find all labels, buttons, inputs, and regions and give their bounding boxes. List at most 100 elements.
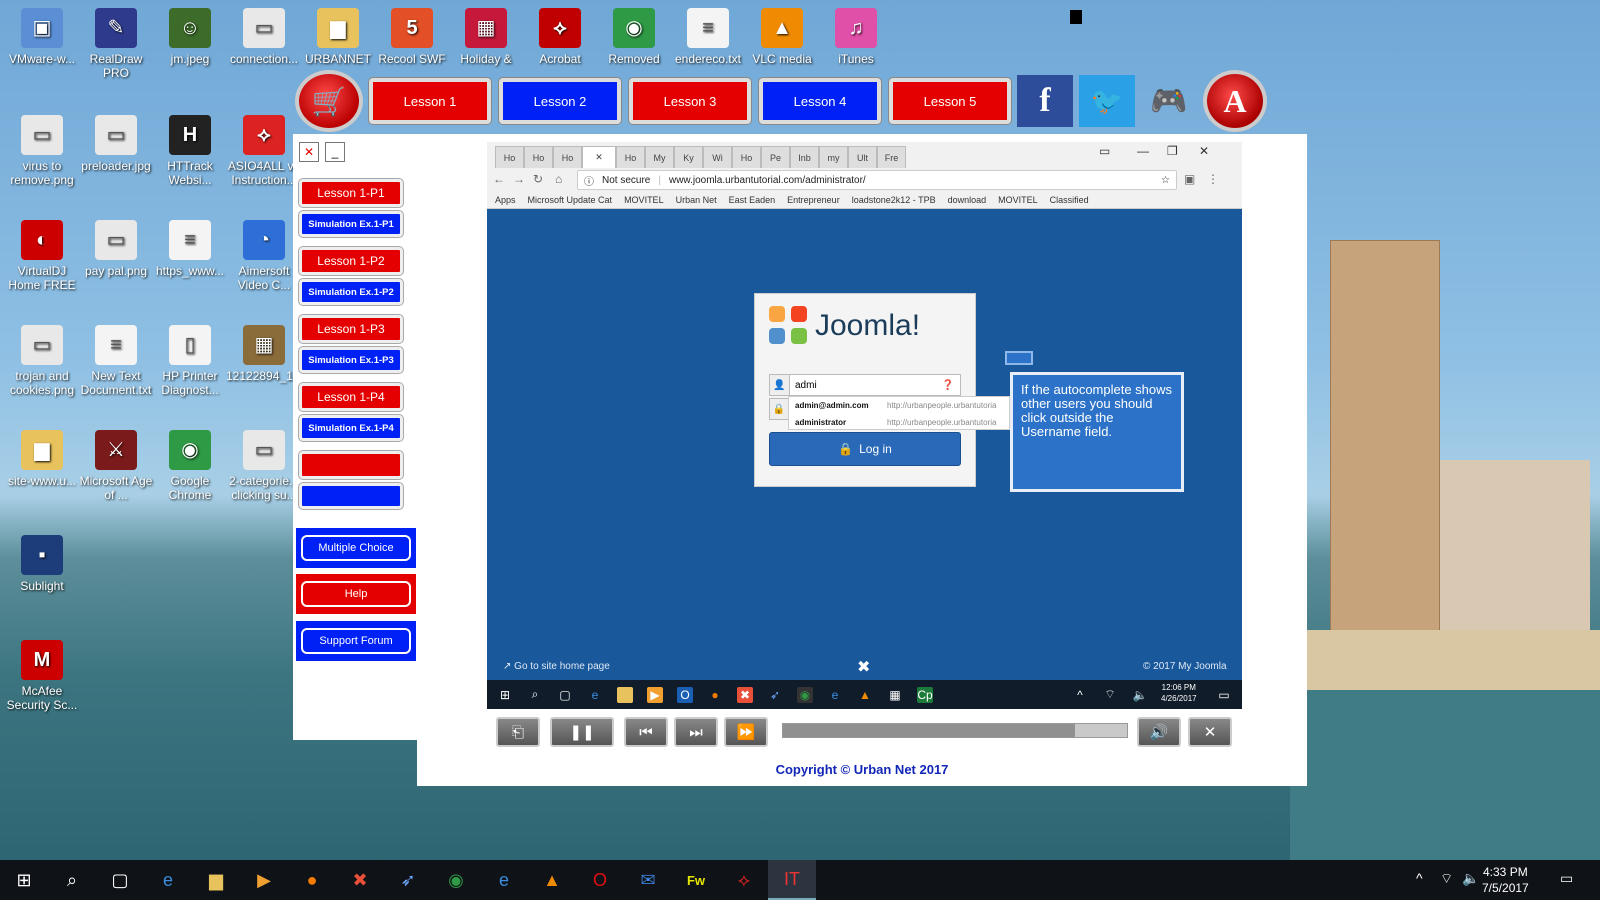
- menu-icon[interactable]: ⋮: [1207, 172, 1219, 186]
- bookmark-item[interactable]: Urban Net: [676, 195, 717, 205]
- desktop-icon[interactable]: ▆ URBANNET: [300, 8, 376, 66]
- network-icon[interactable]: ⌔: [1440, 870, 1453, 888]
- firefox-icon[interactable]: ●: [288, 860, 336, 900]
- notification-icon[interactable]: ▭: [1216, 687, 1232, 703]
- desktop-icon[interactable]: ≡ New Text Document.txt: [78, 325, 154, 397]
- browser-tab[interactable]: ✕: [582, 146, 616, 168]
- desktop-icon[interactable]: 5 Recool SWF: [374, 8, 450, 66]
- desktop-icon[interactable]: ≡ https_www...: [152, 220, 228, 278]
- side-button[interactable]: Simulation Ex.1-P1: [299, 211, 403, 237]
- tab-lesson-3[interactable]: Lesson 3: [629, 78, 751, 124]
- bookmark-item[interactable]: Microsoft Update Cat: [528, 195, 613, 205]
- side-button[interactable]: Simulation Ex.1-P2: [299, 279, 403, 305]
- desktop-icon[interactable]: ≡ endereco.txt: [670, 8, 746, 66]
- username-field[interactable]: 👤 admi ❓: [769, 374, 961, 396]
- desktop-icon[interactable]: ◔ Aimersoft Video C...: [226, 220, 302, 292]
- browser-tab[interactable]: Wi: [703, 146, 732, 168]
- ie-icon[interactable]: e: [827, 687, 843, 703]
- bookmark-item[interactable]: East Eaden: [729, 195, 776, 205]
- restore-icon[interactable]: ❐: [1167, 144, 1178, 158]
- gamepad-icon[interactable]: 🎮: [1141, 75, 1197, 127]
- vlc-icon[interactable]: ▲: [528, 860, 576, 900]
- system-clock[interactable]: 4:33 PM 7/5/2017: [1482, 864, 1529, 896]
- browser-tab[interactable]: Ult: [848, 146, 877, 168]
- app-icon[interactable]: ➶: [384, 860, 432, 900]
- bookmark-item[interactable]: loadstone2k12 - TPB: [852, 195, 936, 205]
- reload-icon[interactable]: ↻: [533, 172, 543, 186]
- desktop-icon[interactable]: ✎ RealDraw PRO: [78, 8, 154, 80]
- shopping-cart-icon[interactable]: 🛒: [295, 70, 363, 132]
- tab-lesson-4[interactable]: Lesson 4: [759, 78, 881, 124]
- desktop-icon[interactable]: ▭ 2-categorie... clicking su...: [226, 430, 302, 502]
- task-view-icon[interactable]: ▢: [96, 860, 144, 900]
- browser-tab[interactable]: Ho: [524, 146, 553, 168]
- browser-tab[interactable]: Ho: [495, 146, 524, 168]
- minimize-icon[interactable]: _: [325, 142, 345, 162]
- task-view-icon[interactable]: ▢: [557, 687, 573, 703]
- autocomplete-item[interactable]: admin@admin.com http://urbanpeople.urbant…: [789, 397, 1009, 414]
- joomla-app-icon[interactable]: ✖: [737, 686, 753, 703]
- back-icon[interactable]: ←: [493, 172, 505, 186]
- tray-chevron-icon[interactable]: ^: [1416, 870, 1423, 886]
- close-icon[interactable]: ✕: [299, 142, 319, 162]
- browser-tab[interactable]: Inb: [790, 146, 819, 168]
- desktop-icon[interactable]: ▦ Holiday &: [448, 8, 524, 66]
- chrome-icon[interactable]: ◉: [432, 860, 480, 900]
- acrobat-icon[interactable]: ⟡: [720, 860, 768, 900]
- side-button[interactable]: Simulation Ex.1-P3: [299, 347, 403, 373]
- twitter-icon[interactable]: 🐦: [1079, 75, 1135, 127]
- browser-tab[interactable]: Ho: [732, 146, 761, 168]
- desktop-icon[interactable]: ☺ jm.jpeg: [152, 8, 228, 66]
- desktop-icon[interactable]: ▭ connection...: [226, 8, 302, 66]
- tray-chevron-icon[interactable]: ^: [1072, 687, 1088, 703]
- desktop-icon[interactable]: ⚔ Microsoft Age of ...: [78, 430, 154, 502]
- profile-icon[interactable]: ▭: [1099, 144, 1110, 158]
- exit-chapter-icon[interactable]: ⎗: [496, 717, 540, 747]
- desktop-icon[interactable]: ◉ Removed: [596, 8, 672, 66]
- media-icon[interactable]: ▶: [647, 686, 663, 703]
- volume-button[interactable]: 🔊: [1137, 717, 1181, 747]
- side-button[interactable]: Lesson 1-P4: [299, 383, 403, 411]
- pause-button[interactable]: ❚❚: [550, 717, 614, 747]
- login-button[interactable]: 🔒 Log in: [769, 432, 961, 466]
- media-icon[interactable]: ▶: [240, 860, 288, 900]
- side-button[interactable]: [299, 451, 403, 479]
- site-home-link[interactable]: ↗ Go to site home page: [503, 661, 610, 672]
- desktop-icon[interactable]: H HTTrack Websi...: [152, 115, 228, 187]
- close-player-button[interactable]: ✕: [1188, 717, 1232, 747]
- edge-icon[interactable]: e: [144, 860, 192, 900]
- outlook-icon[interactable]: ✉: [624, 860, 672, 900]
- app-logo-icon[interactable]: A: [1203, 70, 1267, 132]
- panel-button[interactable]: Support Forum: [301, 628, 411, 654]
- progress-bar[interactable]: [782, 723, 1128, 738]
- start-icon[interactable]: ⊞: [0, 860, 48, 900]
- address-bar[interactable]: ⓘ Not secure | www.joomla.urbantutorial.…: [577, 170, 1177, 190]
- desktop-icon[interactable]: ◐ VirtualDJ Home FREE: [4, 220, 80, 292]
- browser-tab[interactable]: Ho: [553, 146, 582, 168]
- desktop-icon[interactable]: ▭ virus to remove.png: [4, 115, 80, 187]
- course-app-icon[interactable]: IT: [768, 860, 816, 900]
- bookmark-item[interactable]: download: [948, 195, 987, 205]
- fireworks-icon[interactable]: Fw: [672, 860, 720, 900]
- folder-icon[interactable]: ▆: [192, 860, 240, 900]
- firefox-icon[interactable]: ●: [707, 687, 723, 703]
- star-icon[interactable]: ☆: [1161, 175, 1170, 186]
- bookmark-item[interactable]: MOVITEL: [998, 195, 1038, 205]
- browser-tab[interactable]: My: [645, 146, 674, 168]
- ie-icon[interactable]: e: [480, 860, 528, 900]
- side-button[interactable]: Lesson 1-P1: [299, 179, 403, 207]
- desktop-icon[interactable]: ▭ trojan and cookies.png: [4, 325, 80, 397]
- tab-lesson-1[interactable]: Lesson 1: [369, 78, 491, 124]
- desktop-icon[interactable]: ◉ Google Chrome: [152, 430, 228, 502]
- extension-icon[interactable]: ▣: [1184, 172, 1195, 186]
- browser-tab[interactable]: Ho: [616, 146, 645, 168]
- forward-icon[interactable]: →: [513, 172, 525, 186]
- autocomplete-item[interactable]: administrator http://urbanpeople.urbantut…: [789, 414, 1009, 431]
- desktop-icon[interactable]: ▆ site-www.u...: [4, 430, 80, 488]
- tab-lesson-5[interactable]: Lesson 5: [889, 78, 1011, 124]
- panel-button[interactable]: Multiple Choice: [301, 535, 411, 561]
- desktop-icon[interactable]: ▦ 12122894_1...: [226, 325, 303, 383]
- edge-icon[interactable]: e: [587, 687, 603, 703]
- panel-button[interactable]: Help: [301, 581, 411, 607]
- desktop-icon[interactable]: ▭ preloader.jpg: [78, 115, 154, 173]
